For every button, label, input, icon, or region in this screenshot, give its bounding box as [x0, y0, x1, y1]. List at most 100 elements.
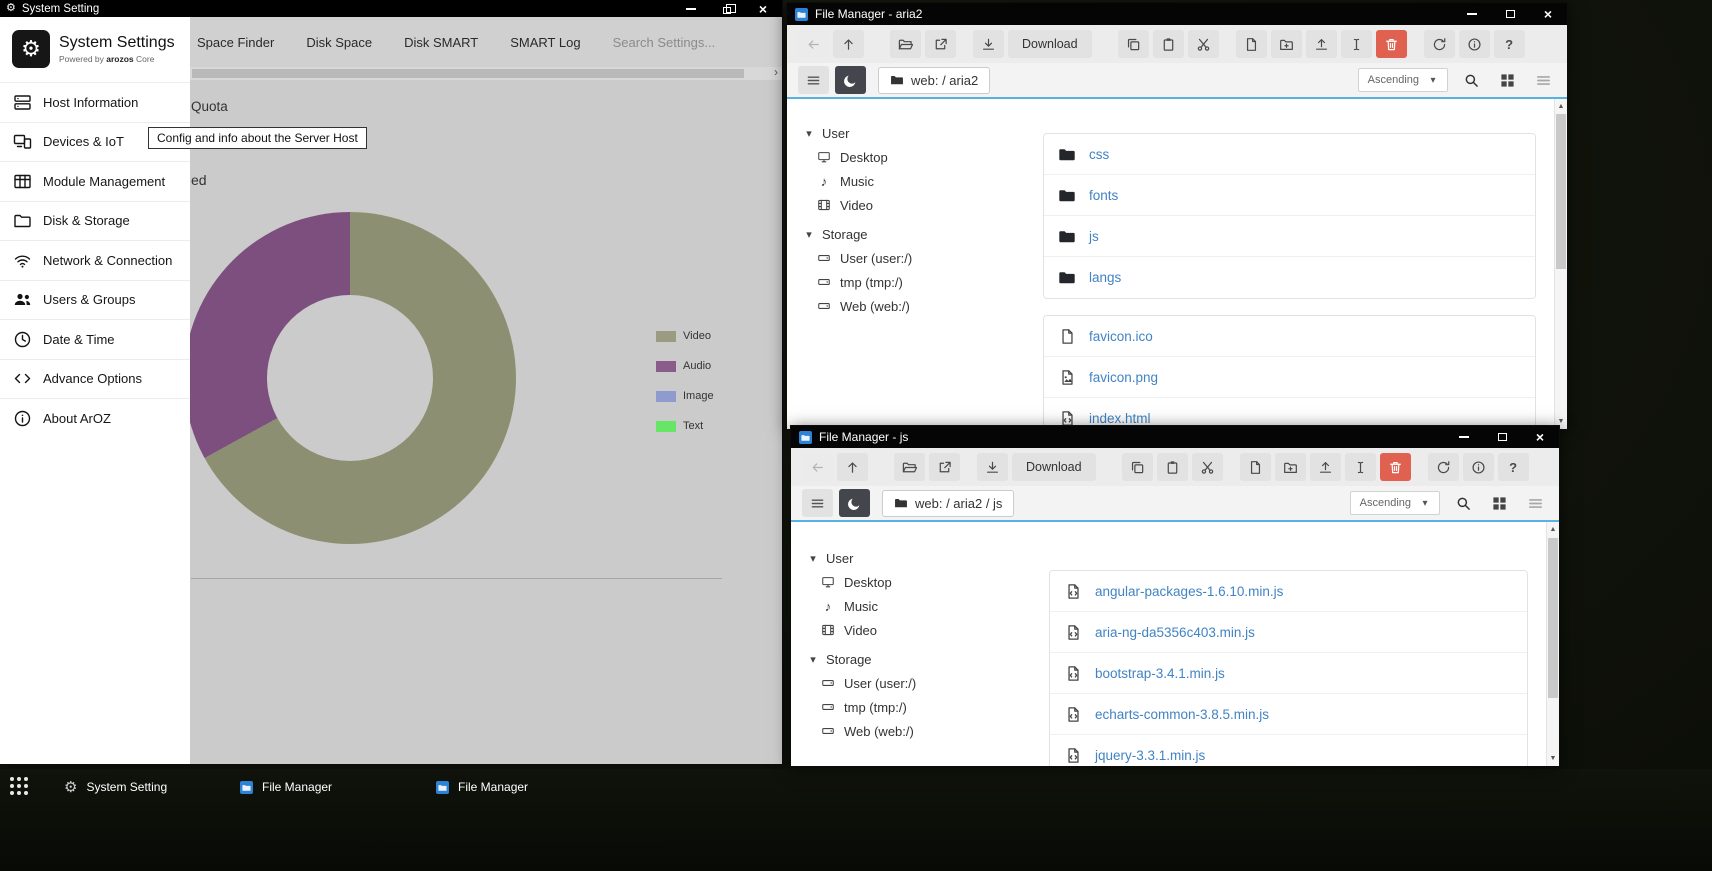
menu-button[interactable]: [802, 489, 833, 517]
minimize-button[interactable]: [682, 2, 700, 16]
copy-button[interactable]: [1118, 30, 1149, 58]
sidebar-item-disk-storage[interactable]: Disk & Storage: [0, 201, 190, 241]
sidebar-item-advance-options[interactable]: Advance Options: [0, 359, 190, 399]
scroll-up-icon[interactable]: ▲: [1555, 103, 1567, 110]
taskbar-item-file-manager-1[interactable]: File Manager: [240, 769, 332, 805]
sidebar-item-module-management[interactable]: Module Management: [0, 161, 190, 201]
download-icon-button[interactable]: [973, 30, 1004, 58]
tree-item-desktop[interactable]: Desktop: [804, 145, 1031, 169]
grid-view-button[interactable]: [1494, 67, 1520, 93]
search-button[interactable]: [1458, 67, 1484, 93]
file-row[interactable]: jquery-3.3.1.min.js: [1050, 735, 1527, 766]
help-button[interactable]: ?: [1498, 453, 1529, 481]
tab-smart-log[interactable]: SMART Log: [510, 35, 580, 50]
settings-search-input[interactable]: [613, 35, 753, 50]
taskbar-item-system-setting[interactable]: ⚙ System Setting: [64, 769, 167, 805]
file-row[interactable]: favicon.png: [1044, 357, 1535, 398]
theme-toggle-button[interactable]: [839, 489, 870, 517]
file-row[interactable]: langs: [1044, 257, 1535, 298]
tab-disk-space[interactable]: Disk Space: [306, 35, 372, 50]
file-row[interactable]: css: [1044, 134, 1535, 175]
tree-item-user-drive[interactable]: User (user:/): [804, 246, 1031, 270]
titlebar[interactable]: File Manager - js ×: [791, 426, 1559, 448]
upload-button[interactable]: [1306, 30, 1337, 58]
restore-button[interactable]: [718, 2, 736, 16]
file-row[interactable]: fonts: [1044, 175, 1535, 216]
breadcrumb[interactable]: web: / aria2 / js: [882, 490, 1014, 517]
tree-section-storage[interactable]: ▾ Storage: [808, 647, 1035, 671]
scroll-right-arrow-icon[interactable]: ›: [774, 66, 778, 79]
cut-button[interactable]: [1188, 30, 1219, 58]
delete-button[interactable]: [1376, 30, 1407, 58]
tree-item-music[interactable]: ♪ Music: [808, 594, 1035, 618]
tree-item-web-drive[interactable]: Web (web:/): [804, 294, 1031, 318]
grid-view-button[interactable]: [1486, 490, 1512, 516]
close-button[interactable]: ×: [754, 2, 772, 16]
copy-button[interactable]: [1122, 453, 1153, 481]
scrollbar-thumb[interactable]: [1556, 114, 1566, 269]
rename-button[interactable]: [1341, 30, 1372, 58]
help-button[interactable]: ?: [1494, 30, 1525, 58]
refresh-button[interactable]: [1428, 453, 1459, 481]
maximize-button[interactable]: [1501, 7, 1519, 21]
tree-item-video[interactable]: Video: [804, 193, 1031, 217]
back-button[interactable]: [802, 453, 833, 481]
download-button[interactable]: Download: [1008, 30, 1092, 58]
info-button[interactable]: [1463, 453, 1494, 481]
menu-button[interactable]: [798, 66, 829, 94]
file-row[interactable]: bootstrap-3.4.1.min.js: [1050, 653, 1527, 694]
maximize-button[interactable]: [1493, 430, 1511, 444]
scroll-down-icon[interactable]: ▼: [1555, 418, 1567, 425]
horizontal-scrollbar[interactable]: ›: [190, 67, 782, 80]
minimize-button[interactable]: [1455, 430, 1473, 444]
sidebar-item-users-groups[interactable]: Users & Groups: [0, 280, 190, 320]
tree-item-web-drive[interactable]: Web (web:/): [808, 719, 1035, 743]
back-button[interactable]: [798, 30, 829, 58]
sort-order-dropdown[interactable]: Ascending ▾: [1350, 491, 1440, 515]
sidebar-item-host-information[interactable]: Host Information: [0, 82, 190, 122]
tree-section-storage[interactable]: ▾ Storage: [804, 222, 1031, 246]
app-launcher-button[interactable]: [10, 777, 28, 795]
open-folder-button[interactable]: [894, 453, 925, 481]
breadcrumb[interactable]: web: / aria2: [878, 67, 990, 94]
scrollbar-thumb[interactable]: [1548, 538, 1558, 698]
tree-item-tmp-drive[interactable]: tmp (tmp:/): [804, 270, 1031, 294]
tree-section-user[interactable]: ▾ User: [808, 546, 1035, 570]
list-view-button[interactable]: [1530, 67, 1556, 93]
sidebar-item-about-aroz[interactable]: About ArOZ: [0, 398, 190, 438]
sidebar-item-date-time[interactable]: Date & Time: [0, 319, 190, 359]
sort-order-dropdown[interactable]: Ascending ▾: [1358, 68, 1448, 92]
tab-space-finder[interactable]: Space Finder: [197, 35, 274, 50]
titlebar[interactable]: ⚙ System Setting ×: [0, 0, 782, 17]
titlebar[interactable]: File Manager - aria2 ×: [787, 3, 1567, 25]
download-button[interactable]: Download: [1012, 453, 1096, 481]
taskbar-item-file-manager-2[interactable]: File Manager: [436, 769, 528, 805]
file-row[interactable]: echarts-common-3.8.5.min.js: [1050, 694, 1527, 735]
paste-button[interactable]: [1157, 453, 1188, 481]
new-folder-button[interactable]: [1275, 453, 1306, 481]
rename-button[interactable]: [1345, 453, 1376, 481]
tree-item-desktop[interactable]: Desktop: [808, 570, 1035, 594]
tree-item-video[interactable]: Video: [808, 618, 1035, 642]
vertical-scrollbar[interactable]: ▲ ▼: [1554, 99, 1567, 429]
sidebar-item-network-connection[interactable]: Network & Connection: [0, 240, 190, 280]
tree-item-tmp-drive[interactable]: tmp (tmp:/): [808, 695, 1035, 719]
theme-toggle-button[interactable]: [835, 66, 866, 94]
close-button[interactable]: ×: [1539, 7, 1557, 21]
tab-disk-smart[interactable]: Disk SMART: [404, 35, 478, 50]
tree-section-user[interactable]: ▾ User: [804, 121, 1031, 145]
scroll-up-icon[interactable]: ▲: [1547, 526, 1559, 533]
new-file-button[interactable]: [1240, 453, 1271, 481]
file-row[interactable]: angular-packages-1.6.10.min.js: [1050, 571, 1527, 612]
file-row[interactable]: favicon.ico: [1044, 316, 1535, 357]
vertical-scrollbar[interactable]: ▲ ▼: [1546, 522, 1559, 766]
cut-button[interactable]: [1192, 453, 1223, 481]
up-button[interactable]: [833, 30, 864, 58]
tree-item-user-drive[interactable]: User (user:/): [808, 671, 1035, 695]
refresh-button[interactable]: [1424, 30, 1455, 58]
open-in-new-button[interactable]: [929, 453, 960, 481]
open-in-new-button[interactable]: [925, 30, 956, 58]
open-folder-button[interactable]: [890, 30, 921, 58]
info-button[interactable]: [1459, 30, 1490, 58]
list-view-button[interactable]: [1522, 490, 1548, 516]
